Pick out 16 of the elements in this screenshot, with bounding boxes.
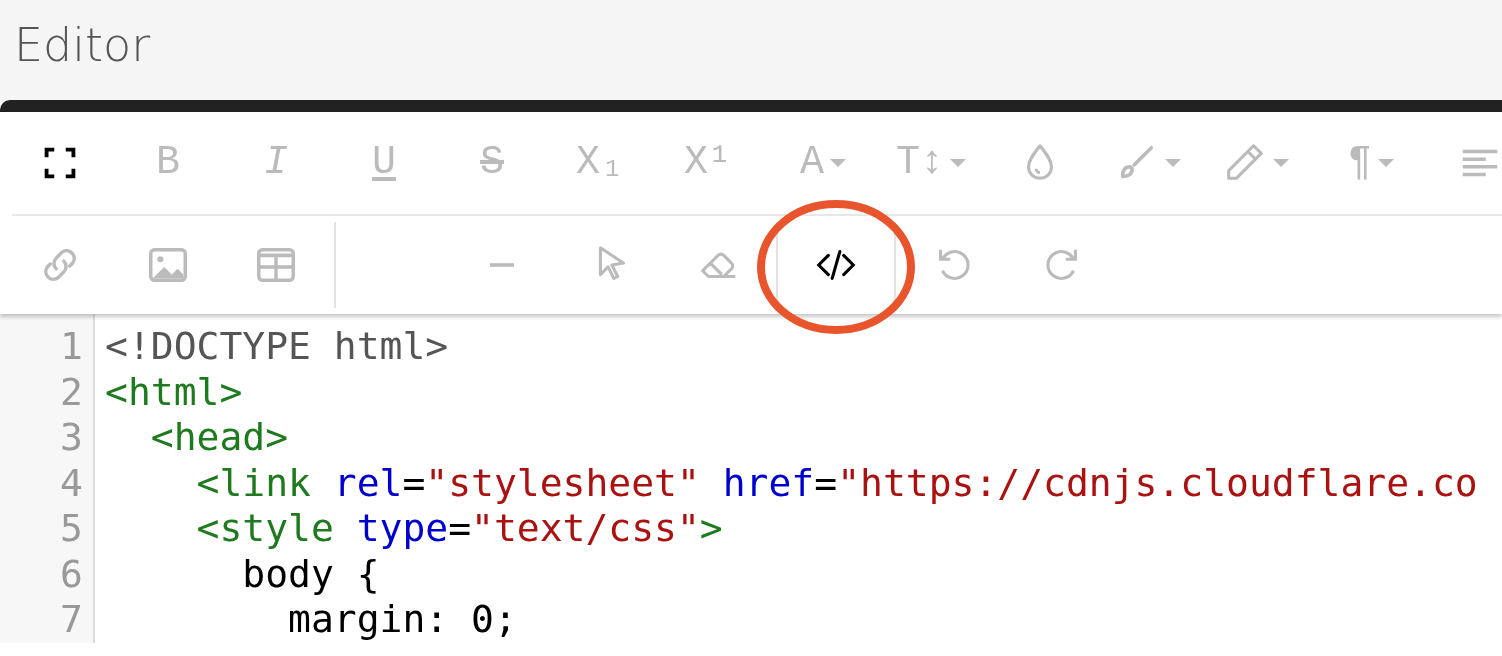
line-number: 1 — [59, 324, 84, 370]
page-title: Editor — [14, 17, 152, 74]
code-line: <!DOCTYPE html> — [105, 324, 449, 370]
code-line: body { — [241, 551, 380, 597]
line-number: 3 — [59, 415, 84, 461]
line-number: 7 — [59, 597, 84, 643]
horizontal-line-icon — [490, 263, 514, 267]
line-number: 6 — [59, 551, 84, 597]
code-line: <style type="text/css"> — [195, 506, 723, 552]
line-number: 2 — [59, 369, 84, 415]
code-line: <head> — [149, 415, 289, 461]
code-line: <link rel="stylesheet" href="https://cdnjs.cloudflare.co — [195, 460, 1478, 506]
code-line: <html> — [105, 369, 243, 415]
line-number: 4 — [59, 460, 84, 506]
code-line: margin: 0; — [287, 597, 517, 643]
line-number: 5 — [59, 506, 84, 552]
